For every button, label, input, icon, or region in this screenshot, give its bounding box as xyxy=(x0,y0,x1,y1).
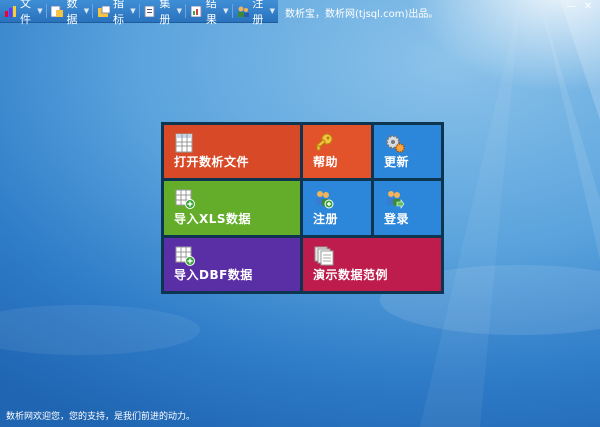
table-add-icon xyxy=(175,246,195,266)
demo-data-tile[interactable]: 演示数据范例 xyxy=(303,238,441,291)
menu-result[interactable]: 结果 ▼ xyxy=(186,0,232,26)
import-dbf-tile[interactable]: 导入DBF数据 xyxy=(164,238,300,291)
key-icon xyxy=(314,133,334,153)
menu-register-label: 注册 xyxy=(252,0,264,26)
help-label: 帮助 xyxy=(313,155,339,169)
open-file-tile[interactable]: 打开数析文件 xyxy=(164,125,300,178)
chevron-down-icon: ▼ xyxy=(83,7,90,15)
login-tile[interactable]: 登录 xyxy=(374,181,441,235)
register-label: 注册 xyxy=(313,212,339,226)
menu-data-label: 数据 xyxy=(66,0,78,26)
minimize-button[interactable]: — xyxy=(564,0,578,14)
chevron-down-icon: ▼ xyxy=(269,7,275,15)
close-button[interactable]: ✕ xyxy=(581,0,595,14)
register-icon xyxy=(237,6,250,17)
data-icon xyxy=(50,5,64,17)
import-xls-label: 导入XLS数据 xyxy=(174,212,252,226)
import-dbf-label: 导入DBF数据 xyxy=(174,268,253,282)
chevron-down-icon: ▼ xyxy=(130,7,136,15)
help-tile[interactable]: 帮助 xyxy=(303,125,371,178)
chevron-down-icon: ▼ xyxy=(176,7,183,15)
result-icon xyxy=(190,5,203,17)
users-login-icon xyxy=(385,189,405,209)
table-document-icon xyxy=(175,133,195,153)
update-label: 更新 xyxy=(384,155,410,169)
open-file-label: 打开数析文件 xyxy=(174,155,250,169)
menu-bar: 文件 ▼ 数据 ▼ 指标 ▼ 集册 ▼ 结果 ▼ 注册 ▼ xyxy=(0,0,278,26)
status-bar-text: 数析网欢迎您，您的支持，是我们前进的动力。 xyxy=(6,412,196,422)
app-title: 数析宝，数析网(tjsql.com)出品。 xyxy=(285,9,439,20)
menu-indicator-label: 指标 xyxy=(112,0,124,26)
menu-volume[interactable]: 集册 ▼ xyxy=(139,0,185,26)
chevron-down-icon: ▼ xyxy=(223,7,229,15)
indicator-icon xyxy=(97,5,111,17)
users-add-icon xyxy=(314,189,334,209)
tile-grid: 打开数析文件 帮助 更新 导入XLS数据 注册 登录 导入DBF数据 演示数据范… xyxy=(161,122,444,294)
menu-data[interactable]: 数据 ▼ xyxy=(46,0,92,26)
volume-icon xyxy=(144,5,156,17)
demo-data-label: 演示数据范例 xyxy=(313,268,389,282)
import-xls-tile[interactable]: 导入XLS数据 xyxy=(164,181,300,235)
update-tile[interactable]: 更新 xyxy=(374,125,441,178)
gears-icon xyxy=(385,133,405,153)
chevron-down-icon: ▼ xyxy=(37,7,43,15)
login-label: 登录 xyxy=(384,212,410,226)
bar-chart-icon xyxy=(5,5,17,17)
menu-file[interactable]: 文件 ▼ xyxy=(0,0,46,26)
menu-register[interactable]: 注册 ▼ xyxy=(232,0,278,26)
menu-volume-label: 集册 xyxy=(159,0,171,26)
register-tile[interactable]: 注册 xyxy=(303,181,371,235)
menu-file-label: 文件 xyxy=(20,0,31,26)
documents-icon xyxy=(314,246,334,266)
menu-indicator[interactable]: 指标 ▼ xyxy=(93,0,139,26)
menu-result-label: 结果 xyxy=(205,0,217,26)
window-controls: — ✕ xyxy=(564,0,595,14)
table-add-icon xyxy=(175,189,195,209)
